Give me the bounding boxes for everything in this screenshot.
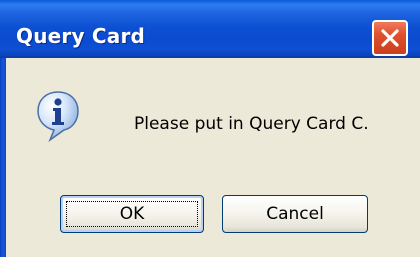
info-icon [37,91,79,142]
ok-button-label: OK [119,204,145,224]
title-bar[interactable]: Query Card [0,0,420,58]
cancel-button-label: Cancel [266,204,324,224]
close-button[interactable] [372,20,408,56]
dialog-window: Query Card Please put in Query Card C. O… [0,0,420,257]
dialog-message: Please put in Query Card C. [134,114,369,134]
dialog-title: Query Card [16,24,146,48]
close-icon [381,29,399,47]
cancel-button[interactable]: Cancel [222,195,368,233]
ok-button[interactable]: OK [60,195,204,233]
